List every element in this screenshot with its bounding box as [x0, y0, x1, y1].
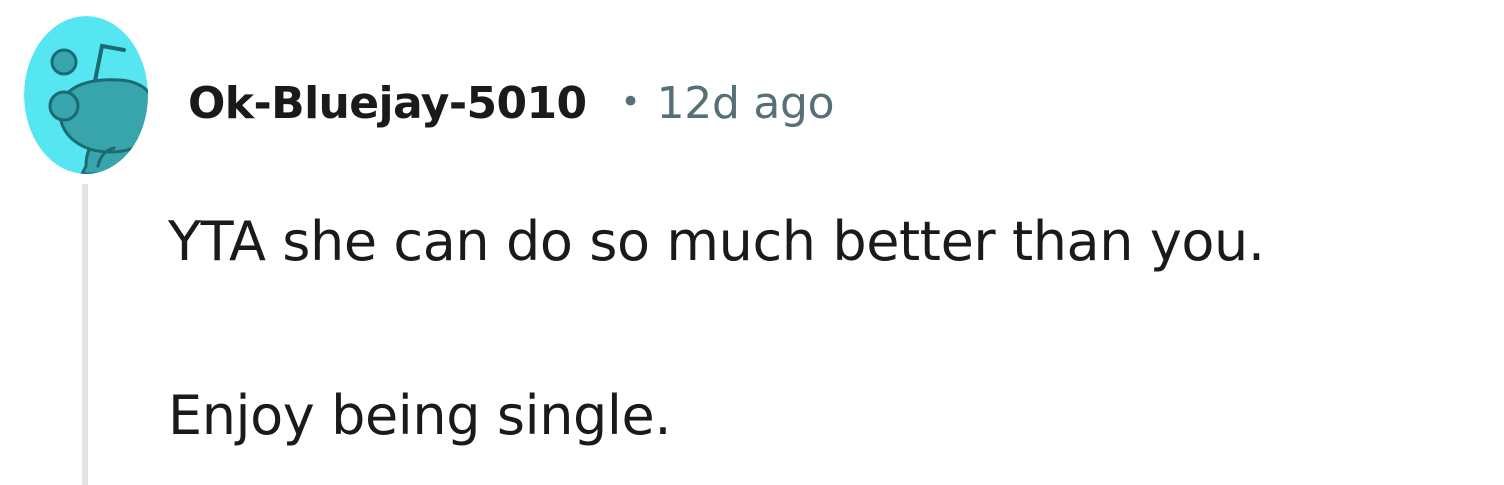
- comment: Ok-Bluejay-5010 • 12d ago YTA she can do…: [0, 0, 1504, 485]
- snoo-avatar-icon[interactable]: [24, 16, 148, 174]
- comment-meta: Ok-Bluejay-5010 • 12d ago: [188, 70, 835, 136]
- comment-body-paragraph: Enjoy being single.: [168, 384, 672, 447]
- comment-timestamp[interactable]: 12d ago: [657, 78, 835, 129]
- thread-collapse-line[interactable]: [82, 184, 88, 485]
- meta-separator: •: [620, 82, 641, 122]
- author-username[interactable]: Ok-Bluejay-5010: [188, 78, 587, 129]
- comment-body-paragraph: YTA she can do so much better than you.: [168, 210, 1265, 273]
